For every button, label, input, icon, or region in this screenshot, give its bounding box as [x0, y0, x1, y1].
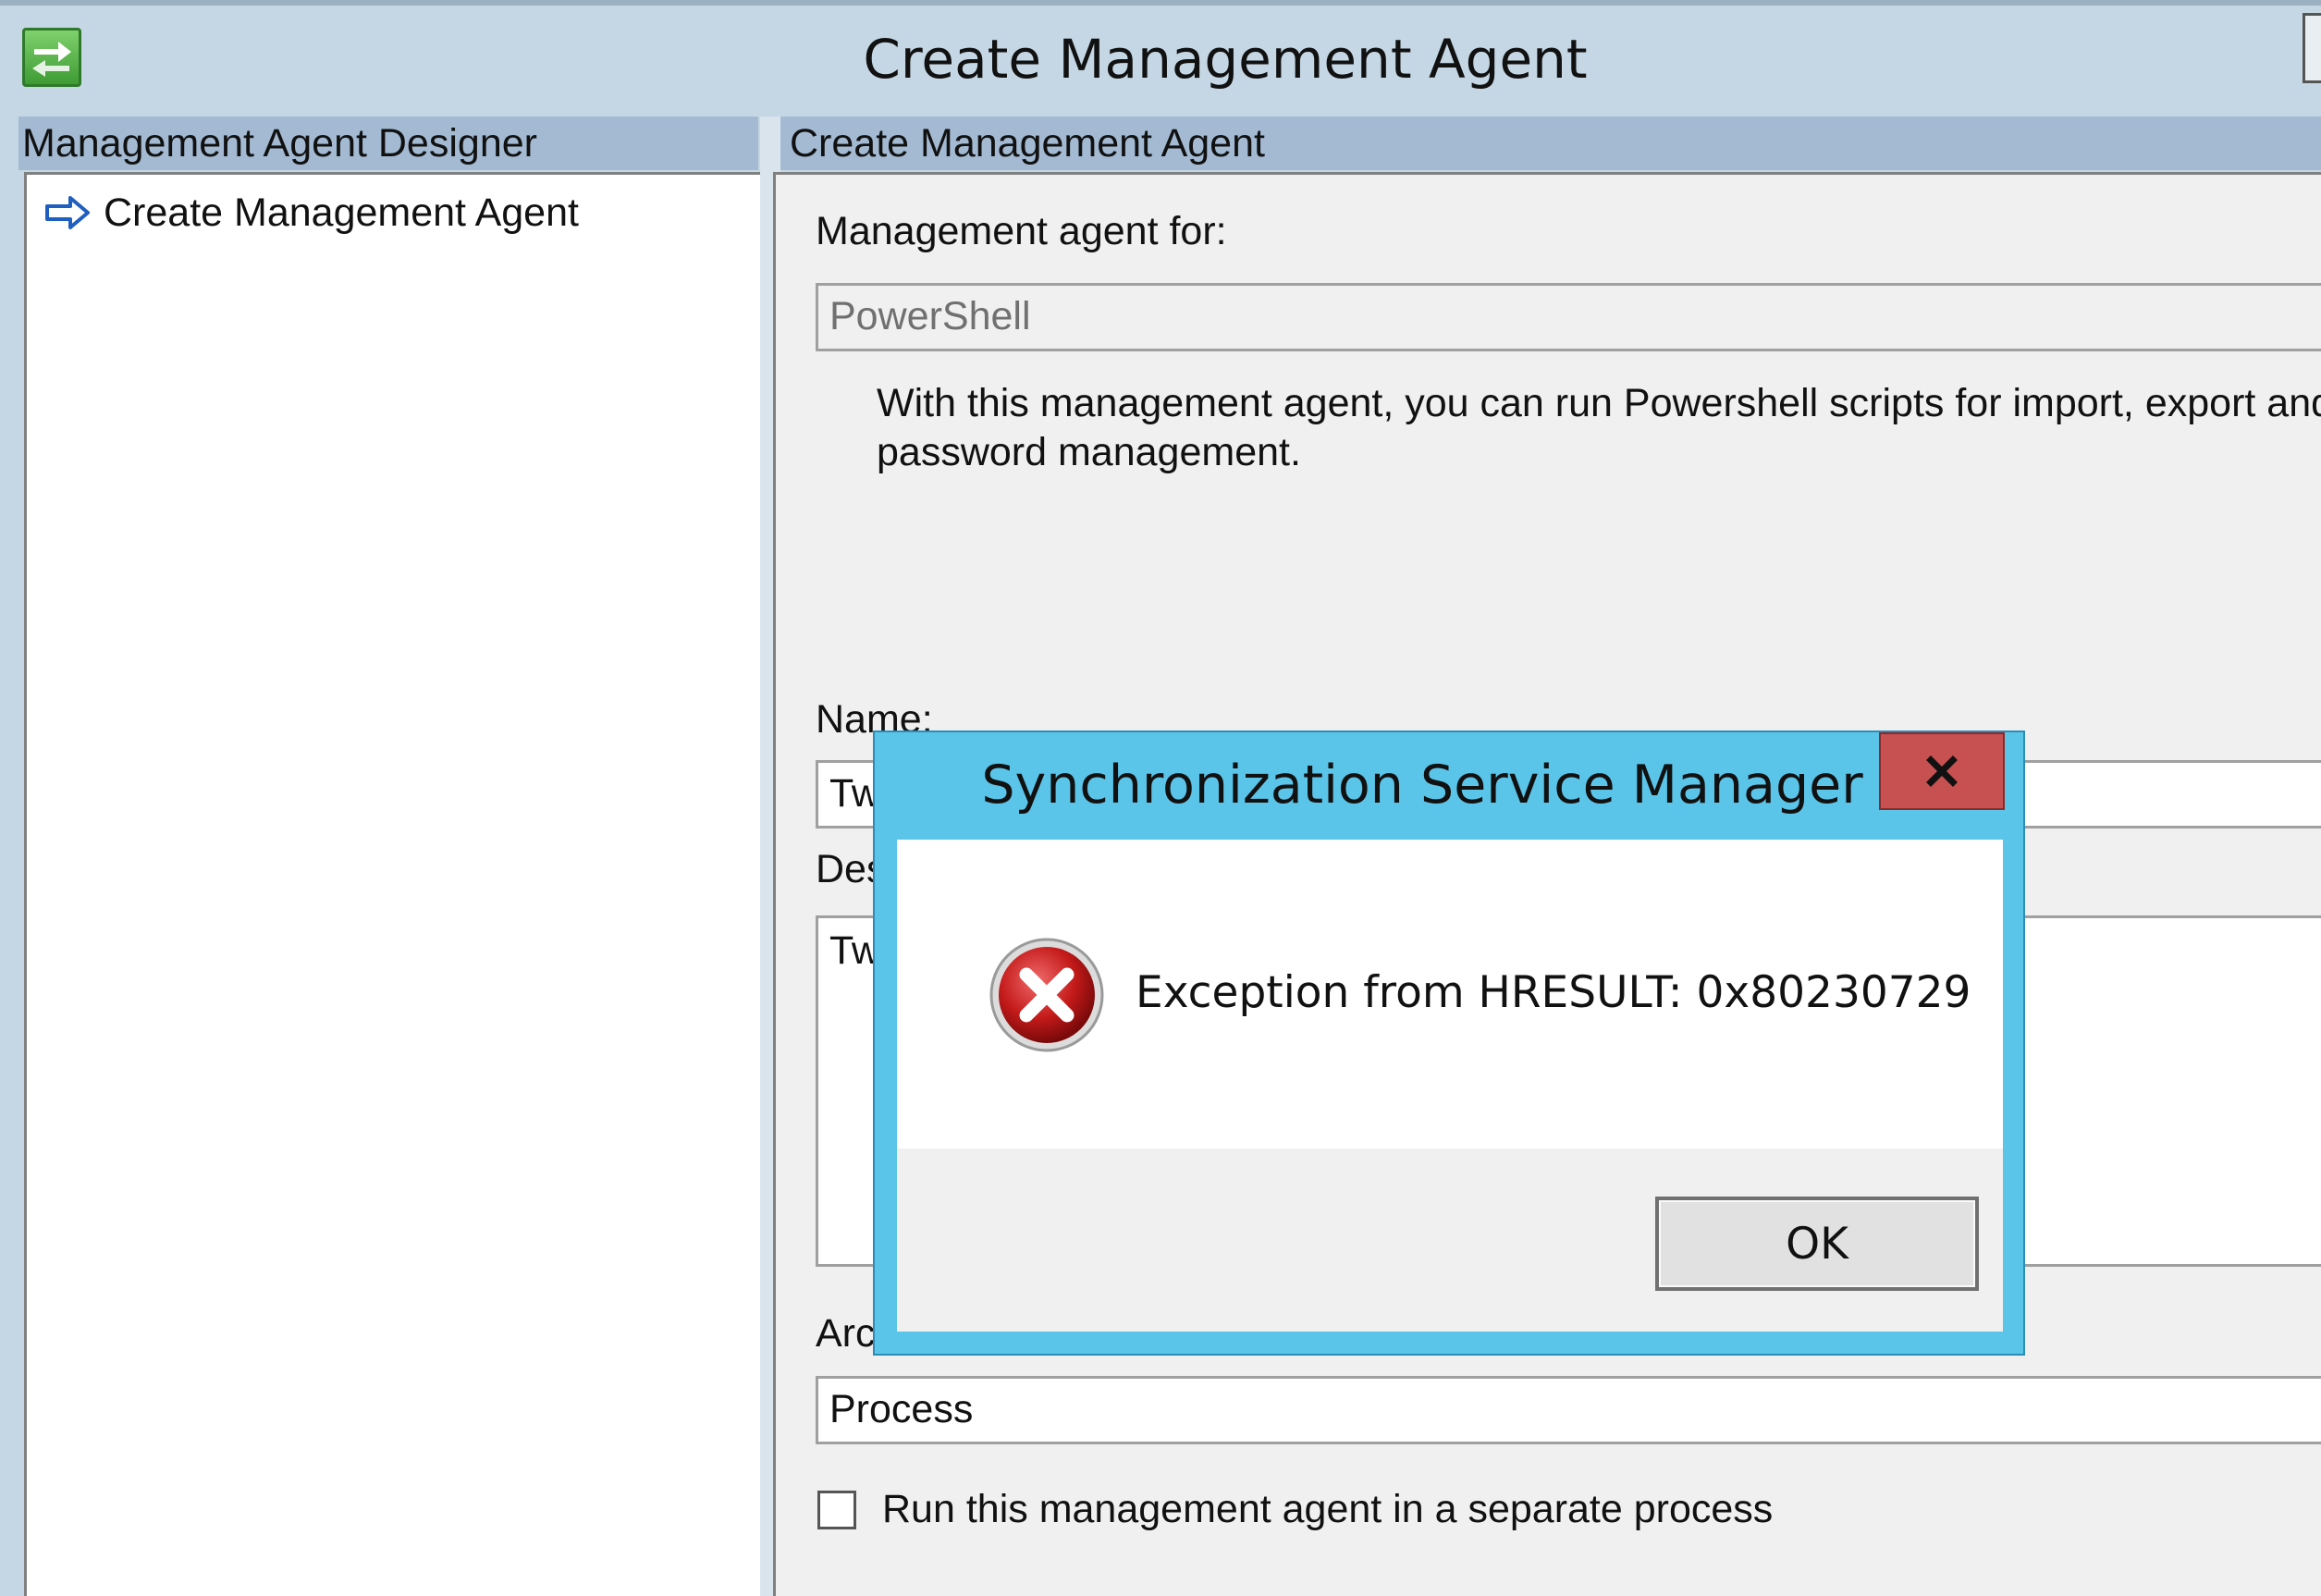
right-pane-header: Create Management Agent	[780, 117, 2321, 170]
architecture-field[interactable]: Process	[816, 1376, 2321, 1444]
left-pane-header: Management Agent Designer	[18, 117, 758, 170]
nav-item-create-management-agent[interactable]: Create Management Agent	[44, 185, 579, 240]
error-icon	[989, 938, 1104, 1052]
ok-button[interactable]: OK	[1655, 1197, 1979, 1291]
window-title: Create Management Agent	[863, 28, 1588, 91]
separate-process-label[interactable]: Run this management agent in a separate …	[882, 1487, 1773, 1532]
nav-item-label: Create Management Agent	[104, 190, 579, 235]
blue-arrow-icon	[45, 196, 90, 229]
ma-type-field: PowerShell	[816, 283, 2321, 351]
window-control-edge[interactable]	[2303, 13, 2321, 83]
ma-description-text: With this management agent, you can run …	[877, 381, 2321, 474]
error-message: Exception from HRESULT: 0x80230729	[1136, 967, 1971, 1018]
architecture-label: Arc	[816, 1311, 876, 1356]
separate-process-checkbox[interactable]	[817, 1491, 856, 1529]
designer-nav-pane	[24, 172, 760, 1596]
dialog-title: Synchronization Service Manager	[981, 755, 1863, 816]
dialog-close-button[interactable]	[1879, 732, 2005, 810]
ma-for-label: Management agent for:	[816, 209, 1227, 253]
close-icon	[1926, 755, 1958, 787]
